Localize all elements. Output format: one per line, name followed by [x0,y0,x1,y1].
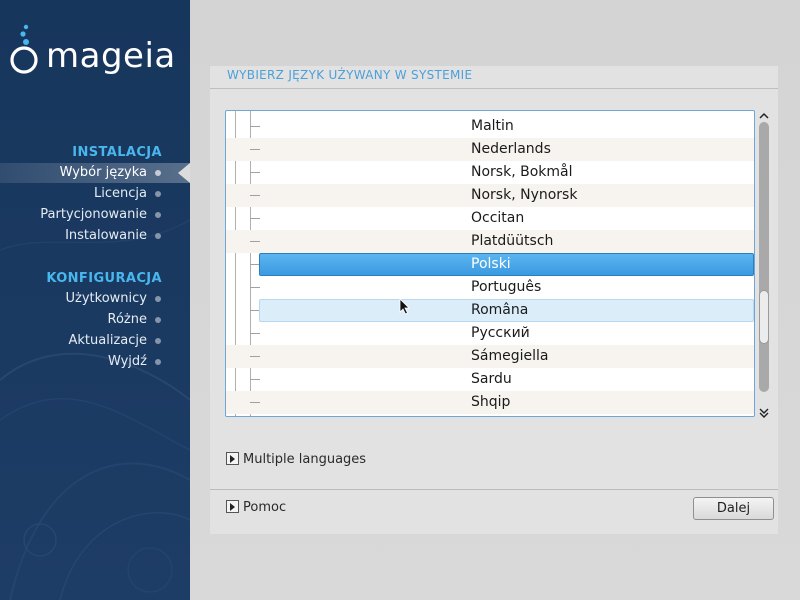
tree-branch [250,287,260,288]
tree-branch [250,333,260,334]
language-item-portugues[interactable]: Português [226,276,754,299]
tree-branch [250,379,260,380]
language-label: Româna [471,302,529,318]
language-label: Polski [471,256,511,272]
status-dot-icon [155,170,161,176]
tree-branch [250,218,260,219]
page-title: WYBIERZ JĘZYK UŻYWANY W SYSTEMIE [227,68,473,82]
scrollbar-track[interactable] [759,122,769,392]
sidebar-item-label: Wyjdź [107,354,147,369]
language-item-maltin[interactable]: Maltin [226,115,754,138]
sidebar-item-installing: Instalowanie [0,226,190,246]
language-label: Sardu [471,371,512,387]
tree-branch [250,356,260,357]
logo-text: mageia [46,36,176,76]
status-dot-icon [155,359,161,365]
section-title-installation: INSTALACJA [72,145,162,160]
language-label: Platdüütsch [471,233,554,249]
sidebar-item-language-selection: Wybór języka [0,163,190,183]
language-label: Sámegiella [471,348,549,364]
language-item-norsk-bokmal[interactable]: Norsk, Bokmål [226,161,754,184]
language-label: Norsk, Bokmål [471,164,573,180]
status-dot-icon [155,191,161,197]
language-item-sardu[interactable]: Sardu [226,368,754,391]
sidebar-item-label: Różne [107,312,147,327]
sidebar: mageia INSTALACJA Wybór języka Licencja … [0,0,190,600]
sidebar-item-label: Licencja [94,186,147,201]
language-list-scrollbar[interactable] [756,110,772,419]
sidebar-item-label: Aktualizacje [68,333,148,348]
status-dot-icon [155,233,161,239]
tree-branch [250,402,260,403]
sidebar-item-updates: Aktualizacje [0,331,190,351]
language-label: Maltin [471,118,514,134]
sidebar-item-label: Partycjonowanie [40,207,147,222]
sidebar-item-partitioning: Partycjonowanie [0,205,190,225]
language-item-platduutsch[interactable]: Platdüütsch [226,230,754,253]
next-button[interactable]: Dalej [693,497,774,520]
heading-divider [210,88,778,89]
tree-branch [250,126,260,127]
help-expander[interactable]: Pomoc [226,499,286,517]
sidebar-item-users: Użytkownicy [0,289,190,309]
tree-branch [250,149,260,150]
scrollbar-thumb[interactable] [759,290,769,344]
language-item-occitan[interactable]: Occitan [226,207,754,230]
tree-branch [250,241,260,242]
section-title-configuration: KONFIGURACJA [46,271,162,286]
language-item-russian[interactable]: Русский [226,322,754,345]
status-dot-icon [155,317,161,323]
expand-arrow-icon [226,500,239,513]
footer-divider [210,489,778,490]
language-item-norsk-nynorsk[interactable]: Norsk, Nynorsk [226,184,754,207]
language-item-romana[interactable]: Româna [226,299,754,322]
expander-label: Pomoc [243,500,287,515]
language-item-samegiella[interactable]: Sámegiella [226,345,754,368]
mouse-pointer-icon [399,298,410,315]
status-dot-icon [155,296,161,302]
sidebar-item-exit: Wyjdź [0,352,190,372]
multiple-languages-expander[interactable]: Multiple languages [226,451,366,469]
expand-arrow-icon [226,452,239,465]
language-label: Norsk, Nynorsk [471,187,578,203]
main-area: WYBIERZ JĘZYK UŻYWANY W SYSTEMIE Maltin … [190,0,800,600]
language-label: Português [471,279,542,295]
expander-label: Multiple languages [243,452,367,467]
sidebar-item-label: Użytkownicy [65,291,147,306]
tree-branch [250,172,260,173]
language-list[interactable]: Maltin Nederlands Norsk, Bokmål Norsk, N… [225,110,755,417]
sidebar-item-misc: Różne [0,310,190,330]
sidebar-item-label: Wybór języka [59,165,147,180]
status-dot-icon [155,338,161,344]
language-item-shqip[interactable]: Shqip [226,391,754,414]
sidebar-item-label: Instalowanie [65,228,147,243]
chevron-up-icon[interactable] [758,110,770,122]
sidebar-item-license: Licencja [0,184,190,204]
language-label: Русский [471,325,530,341]
language-label: Nederlands [471,141,551,157]
status-dot-icon [155,212,161,218]
language-item-nederlands[interactable]: Nederlands [226,138,754,161]
language-label: Occitan [471,210,525,226]
active-indicator-arrow-icon [178,163,190,183]
language-label: Shqip [471,394,511,410]
tree-branch [250,195,260,196]
language-item-polski[interactable]: Polski [226,253,754,276]
chevron-double-down-icon[interactable] [758,407,770,419]
